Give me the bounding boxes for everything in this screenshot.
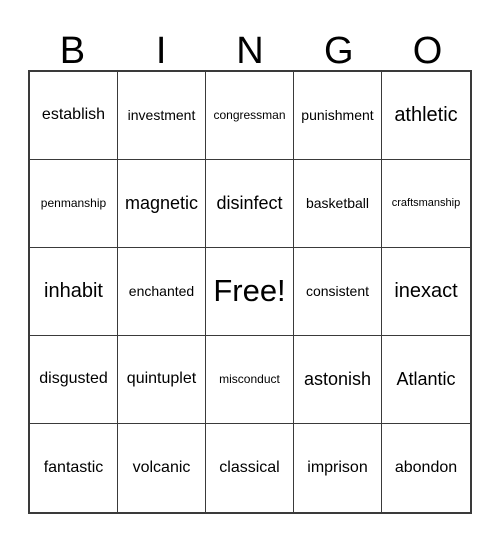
- bingo-cell[interactable]: investment: [118, 72, 206, 160]
- bingo-header-letter-i: I: [155, 30, 167, 72]
- bingo-cell-label: quintuplet: [126, 370, 197, 388]
- bingo-cell[interactable]: classical: [206, 424, 294, 512]
- bingo-cell[interactable]: Atlantic: [382, 336, 470, 424]
- bingo-free-space-label: Free!: [213, 273, 286, 309]
- bingo-cell-label: inexact: [394, 280, 458, 302]
- bingo-cell[interactable]: imprison: [294, 424, 382, 512]
- bingo-cell-label: astonish: [303, 369, 372, 390]
- bingo-cell[interactable]: craftsmanship: [382, 160, 470, 248]
- bingo-cell-label: Atlantic: [396, 369, 456, 390]
- bingo-cell[interactable]: penmanship: [30, 160, 118, 248]
- bingo-free-space[interactable]: Free!: [206, 248, 294, 336]
- bingo-cell-label: athletic: [394, 104, 458, 126]
- bingo-cell-label: consistent: [305, 283, 370, 300]
- bingo-cell-label: establish: [41, 106, 106, 124]
- bingo-cell[interactable]: disinfect: [206, 160, 294, 248]
- bingo-cell-label: imprison: [307, 458, 368, 476]
- bingo-cell[interactable]: magnetic: [118, 160, 206, 248]
- bingo-cell-label: basketball: [305, 195, 370, 212]
- bingo-cell[interactable]: establish: [30, 72, 118, 160]
- bingo-cell-label: penmanship: [40, 196, 107, 211]
- bingo-cell[interactable]: punishment: [294, 72, 382, 160]
- bingo-cell[interactable]: congressman: [206, 72, 294, 160]
- bingo-cell[interactable]: inexact: [382, 248, 470, 336]
- bingo-cell-label: classical: [219, 458, 280, 476]
- bingo-cell-label: fantastic: [43, 458, 104, 476]
- bingo-header-letter-o: O: [412, 30, 443, 72]
- bingo-header-letter-g: G: [324, 30, 354, 72]
- bingo-card: B I N G O establish investment congressman…: [0, 0, 500, 544]
- bingo-cell[interactable]: volcanic: [118, 424, 206, 512]
- bingo-cell[interactable]: quintuplet: [118, 336, 206, 424]
- bingo-cell-label: craftsmanship: [391, 196, 461, 209]
- bingo-cell[interactable]: basketball: [294, 160, 382, 248]
- bingo-header-letter-b: B: [59, 30, 86, 72]
- bingo-cell-label: congressman: [213, 108, 286, 123]
- bingo-cell-label: disgusted: [39, 370, 108, 388]
- bingo-cell[interactable]: astonish: [294, 336, 382, 424]
- bingo-cell[interactable]: abondon: [382, 424, 470, 512]
- bingo-cell-label: misconduct: [219, 372, 280, 387]
- bingo-cell[interactable]: enchanted: [118, 248, 206, 336]
- bingo-cell[interactable]: fantastic: [30, 424, 118, 512]
- bingo-cell-label: abondon: [394, 458, 458, 476]
- bingo-cell-label: magnetic: [124, 193, 199, 214]
- bingo-cell-label: volcanic: [132, 458, 191, 476]
- bingo-cell[interactable]: inhabit: [30, 248, 118, 336]
- bingo-cell[interactable]: athletic: [382, 72, 470, 160]
- bingo-cell-label: inhabit: [44, 280, 103, 302]
- bingo-cell-label: disinfect: [216, 193, 283, 214]
- bingo-cell-label: investment: [127, 107, 196, 124]
- bingo-cell-label: enchanted: [128, 283, 195, 300]
- bingo-grid: establish investment congressman punishment…: [28, 70, 472, 514]
- bingo-header-letter-n: N: [236, 30, 264, 72]
- bingo-cell[interactable]: consistent: [294, 248, 382, 336]
- bingo-cell[interactable]: misconduct: [206, 336, 294, 424]
- bingo-cell-label: punishment: [301, 107, 374, 124]
- bingo-header-row: B I N G O: [28, 8, 472, 70]
- bingo-cell[interactable]: disgusted: [30, 336, 118, 424]
